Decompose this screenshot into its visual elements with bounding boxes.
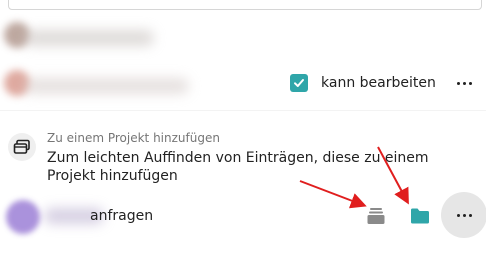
request-label: anfragen [90,208,154,224]
check-icon[interactable] [290,74,308,92]
share-search-input[interactable] [8,0,482,10]
more-horizontal-icon [455,213,473,217]
share-entry-1 [0,16,486,56]
archive-icon[interactable] [365,205,387,227]
request-row: anfragen [0,192,486,240]
more-menu-button[interactable] [441,192,486,238]
project-icon [8,133,36,161]
project-subtitle: Zu einem Projekt hinzufügen [47,131,220,145]
avatar [6,200,40,234]
more-horizontal-icon[interactable] [454,73,474,93]
sharing-panel: kann bearbeiten Zu einem Projekt hinzufü… [0,0,486,263]
permission-edit[interactable]: kann bearbeiten [290,73,436,93]
project-description: Zum leichten Auffinden von Einträgen, di… [47,150,429,184]
share-name-redacted [24,78,189,94]
share-name-redacted [24,30,154,46]
permission-label: kann bearbeiten [321,75,436,91]
divider [0,110,486,111]
folder-icon[interactable] [409,205,431,227]
